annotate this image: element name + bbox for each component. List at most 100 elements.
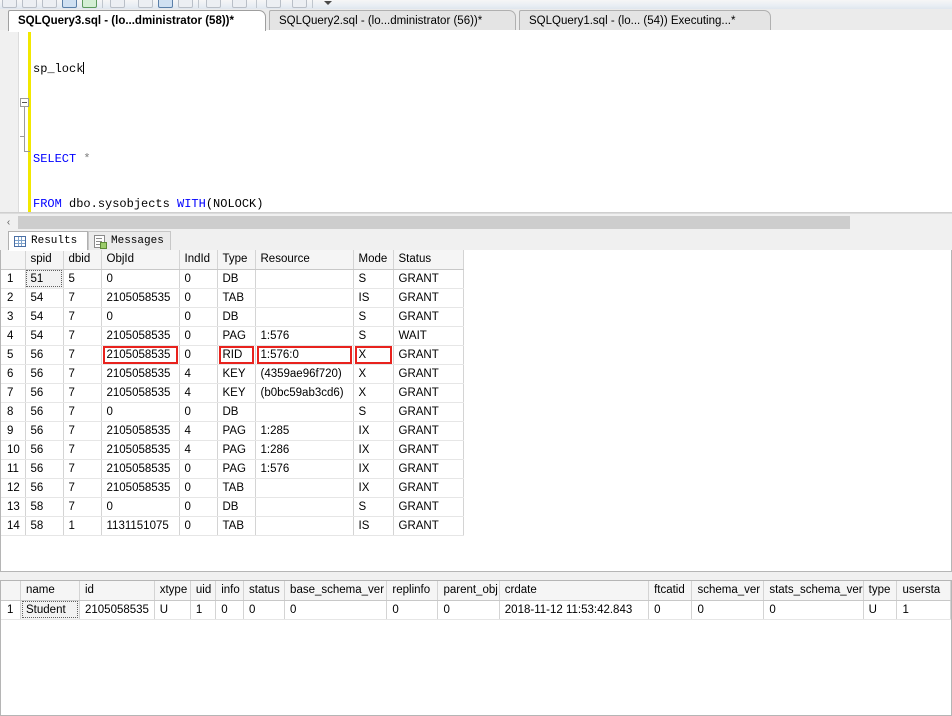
cell-spid[interactable]: 56 xyxy=(25,402,64,422)
cell-objid[interactable]: 0 xyxy=(101,307,180,327)
cell-status[interactable]: GRANT xyxy=(393,307,464,327)
cell-status[interactable]: GRANT xyxy=(393,440,464,460)
cell-status[interactable]: GRANT xyxy=(393,383,464,403)
options-overflow-icon[interactable] xyxy=(324,1,332,5)
cell-dbid[interactable]: 7 xyxy=(63,326,102,346)
cell-resource[interactable] xyxy=(255,478,354,498)
cell-type[interactable]: PAG xyxy=(217,326,256,346)
cell-type[interactable]: PAG xyxy=(217,459,256,479)
cell-objid[interactable]: 2105058535 xyxy=(101,383,180,403)
row-number-cell[interactable]: 1 xyxy=(1,600,22,620)
row-number-cell[interactable]: 4 xyxy=(1,326,26,346)
cell-stats-schema-ver[interactable]: 0 xyxy=(763,600,864,620)
cell-mode[interactable]: X xyxy=(353,364,394,384)
cell-indid[interactable]: 0 xyxy=(179,307,218,327)
cell-replinfo[interactable]: 0 xyxy=(386,600,439,620)
cell-status[interactable]: GRANT xyxy=(393,364,464,384)
tab-messages[interactable]: Messages xyxy=(88,231,171,250)
cell-mode[interactable]: S xyxy=(353,269,394,289)
column-header-status[interactable]: Status xyxy=(393,250,464,270)
row-number-cell[interactable]: 14 xyxy=(1,516,26,536)
column-header-schema-ver[interactable]: schema_ver xyxy=(691,581,765,601)
column-header-stats-schema-ver[interactable]: stats_schema_ver xyxy=(763,581,864,601)
include-actual-plan-icon[interactable] xyxy=(82,0,97,8)
cell-indid[interactable]: 0 xyxy=(179,459,218,479)
cell-status[interactable]: GRANT xyxy=(393,478,464,498)
cell-spid[interactable]: 51 xyxy=(25,269,64,289)
cell-mode[interactable]: X xyxy=(353,383,394,403)
cell-resource[interactable]: 1:576 xyxy=(255,326,354,346)
cell-indid[interactable]: 0 xyxy=(179,478,218,498)
cell-objid[interactable]: 0 xyxy=(101,402,180,422)
cell-dbid[interactable]: 7 xyxy=(63,307,102,327)
cell-spid[interactable]: 56 xyxy=(25,421,64,441)
column-header-type[interactable]: Type xyxy=(217,250,256,270)
column-header-id[interactable]: id xyxy=(79,581,155,601)
cell-spid[interactable]: 56 xyxy=(25,440,64,460)
cell-indid[interactable]: 0 xyxy=(179,269,218,289)
table-row[interactable]: 11 56 7 2105058535 0 PAG 1:576 IX GRANT xyxy=(1,459,464,479)
cell-objid[interactable]: 2105058535 xyxy=(101,440,180,460)
editor-code[interactable]: sp_lock SELECT * FROM dbo.sysobjects WIT… xyxy=(33,32,263,212)
row-number-cell[interactable]: 5 xyxy=(1,345,26,365)
cell-base-schema-ver[interactable]: 0 xyxy=(284,600,388,620)
cell-dbid[interactable]: 7 xyxy=(63,421,102,441)
table-row[interactable]: 2 54 7 2105058535 0 TAB IS GRANT xyxy=(1,288,464,308)
include-client-statistics-icon[interactable] xyxy=(110,0,125,8)
cell-spid[interactable]: 54 xyxy=(25,326,64,346)
tab-sqlquery2[interactable]: SQLQuery2.sql - (lo...dministrator (56))… xyxy=(269,10,516,30)
cell-mode[interactable]: IS xyxy=(353,288,394,308)
cell-dbid[interactable]: 7 xyxy=(63,364,102,384)
cell-dbid[interactable]: 7 xyxy=(63,459,102,479)
cell-status[interactable]: GRANT xyxy=(393,402,464,422)
cell-dbid[interactable]: 7 xyxy=(63,440,102,460)
cell-objid[interactable]: 2105058535 xyxy=(101,288,180,308)
display-estimated-plan-icon[interactable] xyxy=(62,0,77,8)
cell-resource[interactable] xyxy=(255,307,354,327)
cell-mode[interactable]: IX xyxy=(353,478,394,498)
row-number-cell[interactable]: 7 xyxy=(1,383,26,403)
cell-spid[interactable]: 56 xyxy=(25,364,64,384)
cell-type[interactable]: KEY xyxy=(217,364,256,384)
cell-resource[interactable] xyxy=(255,516,354,536)
cell-mode[interactable]: S xyxy=(353,497,394,517)
table-row[interactable]: 8 56 7 0 0 DB S GRANT xyxy=(1,402,464,422)
column-header-indid[interactable]: IndId xyxy=(179,250,218,270)
cell-indid[interactable]: 0 xyxy=(179,497,218,517)
table-row[interactable]: 1 51 5 0 0 DB S GRANT xyxy=(1,269,464,289)
tab-sqlquery3[interactable]: SQLQuery3.sql - (lo...dministrator (58))… xyxy=(8,10,266,32)
column-header-objid[interactable]: ObjId xyxy=(101,250,180,270)
cell-type[interactable]: DB xyxy=(217,497,256,517)
cell-mode[interactable]: S xyxy=(353,326,394,346)
table-row[interactable]: 4 54 7 2105058535 0 PAG 1:576 S WAIT xyxy=(1,326,464,346)
cell-mode[interactable]: IX xyxy=(353,459,394,479)
row-number-cell[interactable]: 2 xyxy=(1,288,26,308)
cell-spid[interactable]: 58 xyxy=(25,497,64,517)
cell-dbid[interactable]: 5 xyxy=(63,269,102,289)
table-row[interactable]: 12 56 7 2105058535 0 TAB IX GRANT xyxy=(1,478,464,498)
stop-icon[interactable] xyxy=(22,0,37,8)
cell-status[interactable]: GRANT xyxy=(393,459,464,479)
cell-indid[interactable]: 4 xyxy=(179,440,218,460)
table-row[interactable]: 9 56 7 2105058535 4 PAG 1:285 IX GRANT xyxy=(1,421,464,441)
collapse-toggle-icon[interactable] xyxy=(20,98,29,107)
cell-spid[interactable]: 56 xyxy=(25,345,64,365)
row-number-cell[interactable]: 12 xyxy=(1,478,26,498)
column-header-ftcatid[interactable]: ftcatid xyxy=(648,581,693,601)
column-header-dbid[interactable]: dbid xyxy=(63,250,102,270)
cell-status[interactable]: WAIT xyxy=(393,326,464,346)
column-header-usersta[interactable]: usersta xyxy=(896,581,951,601)
cell-type[interactable]: PAG xyxy=(217,421,256,441)
column-header-replinfo[interactable]: replinfo xyxy=(386,581,439,601)
cell-resource[interactable] xyxy=(255,269,354,289)
results-to-file-icon[interactable] xyxy=(178,0,193,8)
uncomment-icon[interactable] xyxy=(232,0,247,8)
column-header-info[interactable]: info xyxy=(215,581,245,601)
cell-spid[interactable]: 56 xyxy=(25,459,64,479)
row-number-cell[interactable]: 8 xyxy=(1,402,26,422)
results-pane-sysobjects[interactable]: name id xtype uid info status base_schema_ver r… xyxy=(0,580,952,716)
cell-spid[interactable]: 54 xyxy=(25,307,64,327)
tab-results[interactable]: Results xyxy=(8,231,88,251)
cell-type[interactable]: DB xyxy=(217,307,256,327)
cell-indid[interactable]: 0 xyxy=(179,326,218,346)
